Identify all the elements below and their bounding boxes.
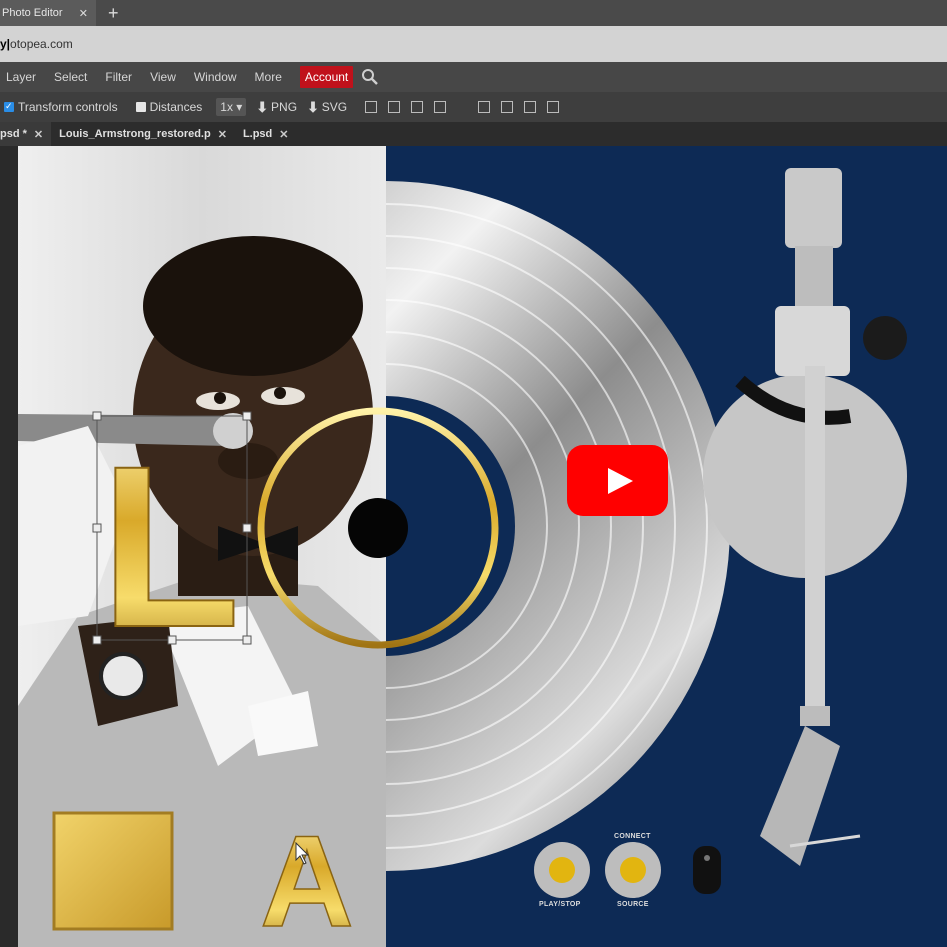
download-icon: ⬇ [256, 98, 269, 115]
close-doc-icon[interactable]: ✕ [34, 128, 43, 141]
transform-controls-checkbox[interactable] [4, 101, 14, 112]
canvas-workspace[interactable]: L A CONNECT PLAY/STOP SOURCE [0, 146, 947, 947]
url-field[interactable]: y|otopea.com [0, 37, 73, 51]
menu-more[interactable]: More [255, 70, 282, 84]
tool-options-bar: Transform controls Distances 1x ▾ ⬇ PNG … [0, 92, 947, 122]
menu-filter[interactable]: Filter [105, 70, 132, 84]
menu-layer[interactable]: Layer [6, 70, 36, 84]
close-doc-icon[interactable]: ✕ [218, 128, 227, 141]
source-label: SOURCE [617, 901, 649, 908]
align-left-icon[interactable] [365, 101, 378, 113]
document-tabs: psd * ✕ Louis_Armstrong_restored.p ✕ L.p… [0, 122, 947, 146]
menu-view[interactable]: View [150, 70, 176, 84]
browser-tab-title: Photo Editor [2, 7, 63, 19]
align-top-icon[interactable] [478, 101, 491, 113]
url-text: otopea.com [10, 37, 73, 51]
youtube-play-button[interactable] [567, 445, 668, 516]
account-button[interactable]: Account [299, 66, 354, 88]
new-tab-button[interactable]: + [108, 0, 119, 26]
menu-window[interactable]: Window [194, 70, 237, 84]
spindle-hole [348, 498, 408, 558]
doc-tab-3[interactable]: L.psd ✕ [243, 122, 297, 146]
gold-square[interactable] [52, 811, 174, 931]
menu-bar: Layer Select Filter View Window More Acc… [0, 62, 947, 92]
download-icon: ⬇ [307, 98, 319, 115]
export-png-label: PNG [271, 100, 298, 114]
align-right-icon[interactable] [411, 101, 424, 113]
zoom-select[interactable]: 1x ▾ [216, 98, 247, 116]
browser-tab[interactable]: Photo Editor ✕ [0, 0, 96, 26]
distances-checkbox[interactable] [135, 102, 146, 112]
distances-label: Distances [149, 100, 203, 114]
close-tab-icon[interactable]: ✕ [79, 7, 88, 20]
browser-tabbar: Photo Editor ✕ + [0, 0, 947, 26]
close-doc-icon[interactable]: ✕ [279, 128, 288, 141]
letter-a[interactable]: A [259, 807, 354, 947]
menu-select[interactable]: Select [54, 70, 87, 84]
turntable-artwork: L A [52, 168, 907, 947]
align-tools [365, 101, 560, 113]
doc-tab-1[interactable]: psd * ✕ [0, 122, 52, 146]
distribute-vertical-icon[interactable] [434, 101, 447, 113]
align-bottom-icon[interactable] [524, 101, 537, 113]
transform-controls-label: Transform controls [18, 100, 118, 114]
export-svg-button[interactable]: ⬇ SVG [307, 99, 347, 116]
export-png-button[interactable]: ⬇ PNG [256, 99, 297, 116]
tonearm [703, 168, 907, 866]
turntable-controls [534, 842, 721, 898]
play-icon [608, 468, 633, 494]
export-svg-label: SVG [321, 100, 348, 114]
doc-tab-label: L.psd [242, 128, 273, 140]
play-stop-label: PLAY/STOP [539, 901, 581, 908]
text-cursor: y| [0, 37, 11, 51]
doc-tab-label: psd * [0, 128, 27, 140]
doc-tab-2[interactable]: Louis_Armstrong_restored.p ✕ [59, 122, 235, 146]
doc-tab-label: Louis_Armstrong_restored.p [59, 128, 211, 140]
distribute-horizontal-icon[interactable] [547, 101, 560, 113]
search-icon[interactable] [361, 68, 379, 86]
address-bar[interactable]: y|otopea.com [0, 26, 947, 62]
connect-label: CONNECT [614, 833, 651, 840]
align-middle-icon[interactable] [501, 101, 514, 113]
align-center-icon[interactable] [388, 101, 401, 113]
